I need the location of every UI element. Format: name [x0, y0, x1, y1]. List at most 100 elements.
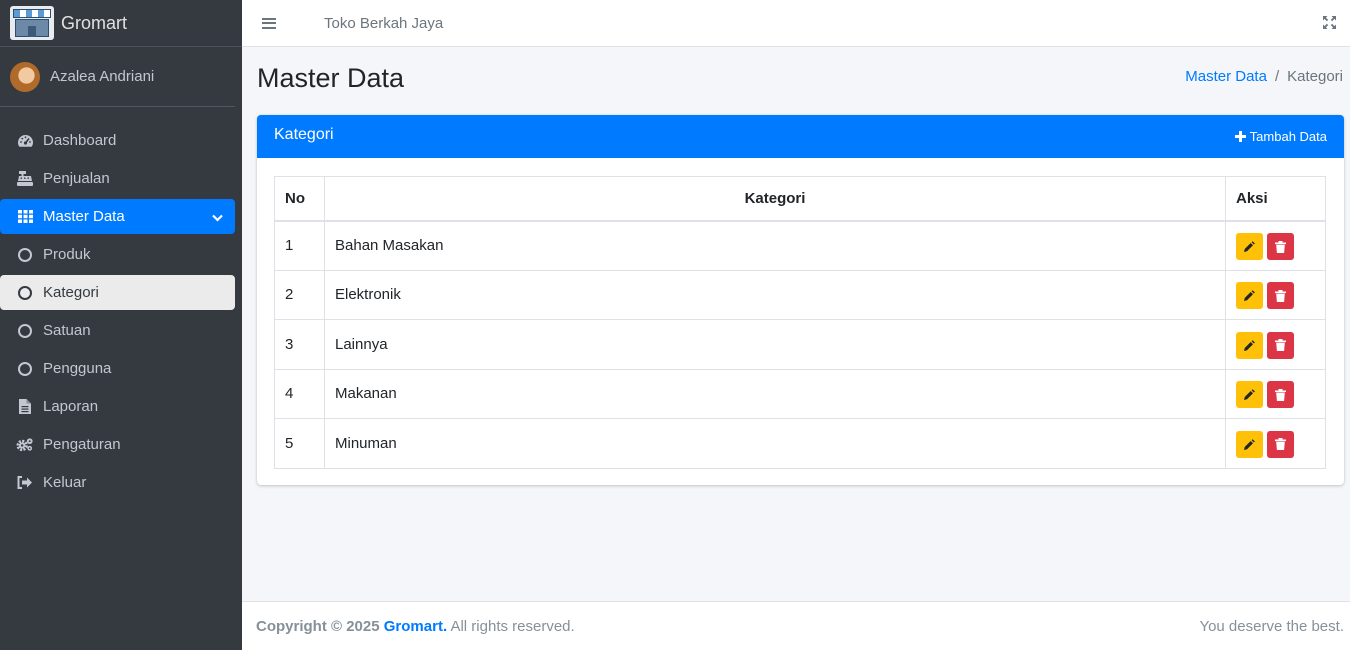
breadcrumb-separator: / [1274, 68, 1280, 85]
menu-toggle-icon[interactable] [262, 17, 276, 29]
fullscreen-icon[interactable] [1323, 16, 1336, 33]
circle-icon [16, 323, 34, 338]
sidebar-item-pengaturan[interactable]: Pengaturan [0, 427, 235, 462]
delete-button[interactable] [1267, 282, 1294, 310]
pencil-icon [1244, 389, 1255, 401]
edit-button[interactable] [1236, 430, 1263, 458]
card-header: Kategori Tambah Data [257, 115, 1344, 158]
sidebar-item-label: Penjualan [43, 170, 110, 187]
footer-tagline: You deserve the best. [1199, 617, 1344, 635]
cell-no: 3 [274, 319, 325, 370]
breadcrumb: Master Data / Kategori [1185, 68, 1343, 85]
sidebar-item-master-data[interactable]: Master Data [0, 199, 235, 234]
table-row: 5 Minuman [274, 418, 1326, 469]
sidebar-nav: Dashboard Penjualan Master Data Produk K… [0, 107, 242, 500]
user-panel[interactable]: Azalea Andriani [0, 47, 235, 107]
copyright-suffix: All rights reserved. [450, 617, 575, 635]
cell-aksi [1225, 220, 1326, 271]
cell-aksi [1225, 368, 1326, 419]
add-data-button[interactable]: Tambah Data [1234, 129, 1327, 144]
table-row: 2 Elektronik [274, 269, 1326, 320]
column-header-no: No [274, 176, 325, 222]
cell-no: 2 [274, 269, 325, 320]
sidebar-item-label: Master Data [43, 208, 125, 225]
trash-icon [1275, 289, 1286, 302]
sidebar-item-laporan[interactable]: Laporan [0, 389, 235, 424]
trash-icon [1275, 388, 1286, 401]
edit-button[interactable] [1236, 282, 1263, 310]
card-title: Kategori [274, 125, 334, 143]
cell-no: 1 [274, 220, 325, 271]
sign-out-icon [16, 476, 34, 489]
table-row: 1 Bahan Masakan [274, 220, 1326, 271]
cell-no: 5 [274, 418, 325, 469]
trash-icon [1275, 438, 1286, 451]
sidebar-item-label: Keluar [43, 474, 87, 491]
cell-kategori: Makanan [324, 368, 1226, 419]
avatar [10, 61, 40, 92]
cell-kategori: Lainnya [324, 319, 1226, 370]
sidebar-item-kategori[interactable]: Kategori [0, 275, 235, 310]
delete-button[interactable] [1267, 381, 1294, 409]
brand-name: Gromart [61, 12, 128, 33]
sidebar-item-label: Satuan [43, 322, 91, 339]
sidebar-item-label: Kategori [43, 284, 99, 301]
sidebar-item-pengguna[interactable]: Pengguna [0, 351, 235, 386]
sidebar-item-satuan[interactable]: Satuan [0, 313, 235, 348]
page-title: Master Data [257, 63, 405, 93]
sidebar-item-label: Pengaturan [43, 436, 121, 453]
sidebar-item-produk[interactable]: Produk [0, 237, 235, 272]
pencil-icon [1244, 438, 1255, 450]
edit-button[interactable] [1236, 331, 1263, 359]
cell-aksi [1225, 418, 1326, 469]
sidebar-item-label: Laporan [43, 398, 99, 415]
sidebar-item-dashboard[interactable]: Dashboard [0, 123, 235, 158]
column-header-kategori: Kategori [324, 176, 1226, 222]
footer: Copyright © 2025 Gromart. All rights res… [242, 601, 1350, 650]
sidebar-item-label: Pengguna [43, 360, 112, 377]
sidebar-item-label: Produk [43, 246, 91, 263]
cell-kategori: Minuman [324, 418, 1226, 469]
plus-icon [1234, 131, 1246, 142]
cell-aksi [1225, 269, 1326, 320]
edit-button[interactable] [1236, 233, 1263, 260]
delete-button[interactable] [1267, 331, 1294, 359]
trash-icon [1275, 240, 1286, 253]
kategori-card: Kategori Tambah Data No Kategori Aksi 1 … [257, 115, 1344, 485]
trash-icon [1275, 339, 1286, 352]
pencil-icon [1244, 290, 1255, 302]
cogs-icon [16, 437, 34, 452]
footer-brand-link[interactable]: Gromart. [384, 618, 447, 635]
column-header-aksi: Aksi [1225, 176, 1326, 222]
pencil-icon [1244, 241, 1255, 252]
table-header-row: No Kategori Aksi [274, 176, 1326, 222]
brand-link[interactable]: Gromart [0, 0, 242, 47]
add-data-label: Tambah Data [1249, 129, 1327, 144]
cell-kategori: Bahan Masakan [324, 220, 1226, 271]
chevron-down-icon [212, 209, 223, 226]
delete-button[interactable] [1267, 233, 1294, 260]
table-row: 3 Lainnya [274, 319, 1326, 370]
sidebar-item-penjualan[interactable]: Penjualan [0, 161, 235, 196]
sidebar: Gromart Azalea Andriani Dashboard Penjua… [0, 0, 242, 650]
user-name: Azalea Andriani [50, 68, 155, 85]
cell-no: 4 [274, 368, 325, 419]
edit-button[interactable] [1236, 381, 1263, 409]
circle-icon [16, 361, 34, 376]
store-logo-icon [10, 6, 54, 40]
delete-button[interactable] [1267, 430, 1294, 458]
breadcrumb-current: Kategori [1287, 68, 1343, 85]
top-navbar: Toko Berkah Jaya [242, 0, 1350, 47]
grid-icon [16, 210, 34, 223]
breadcrumb-master-data-link[interactable]: Master Data [1185, 68, 1267, 85]
sidebar-item-label: Dashboard [43, 132, 117, 149]
pencil-icon [1244, 339, 1255, 351]
kategori-table: No Kategori Aksi 1 Bahan Masakan 2 Elekt… [274, 176, 1326, 469]
copyright: Copyright © 2025 Gromart. All rights res… [256, 618, 575, 635]
store-name: Toko Berkah Jaya [324, 14, 444, 32]
cell-aksi [1225, 319, 1326, 370]
table-row: 4 Makanan [274, 368, 1326, 419]
circle-icon [16, 285, 34, 300]
sidebar-item-keluar[interactable]: Keluar [0, 465, 235, 500]
copyright-prefix: Copyright © 2025 [256, 617, 380, 635]
